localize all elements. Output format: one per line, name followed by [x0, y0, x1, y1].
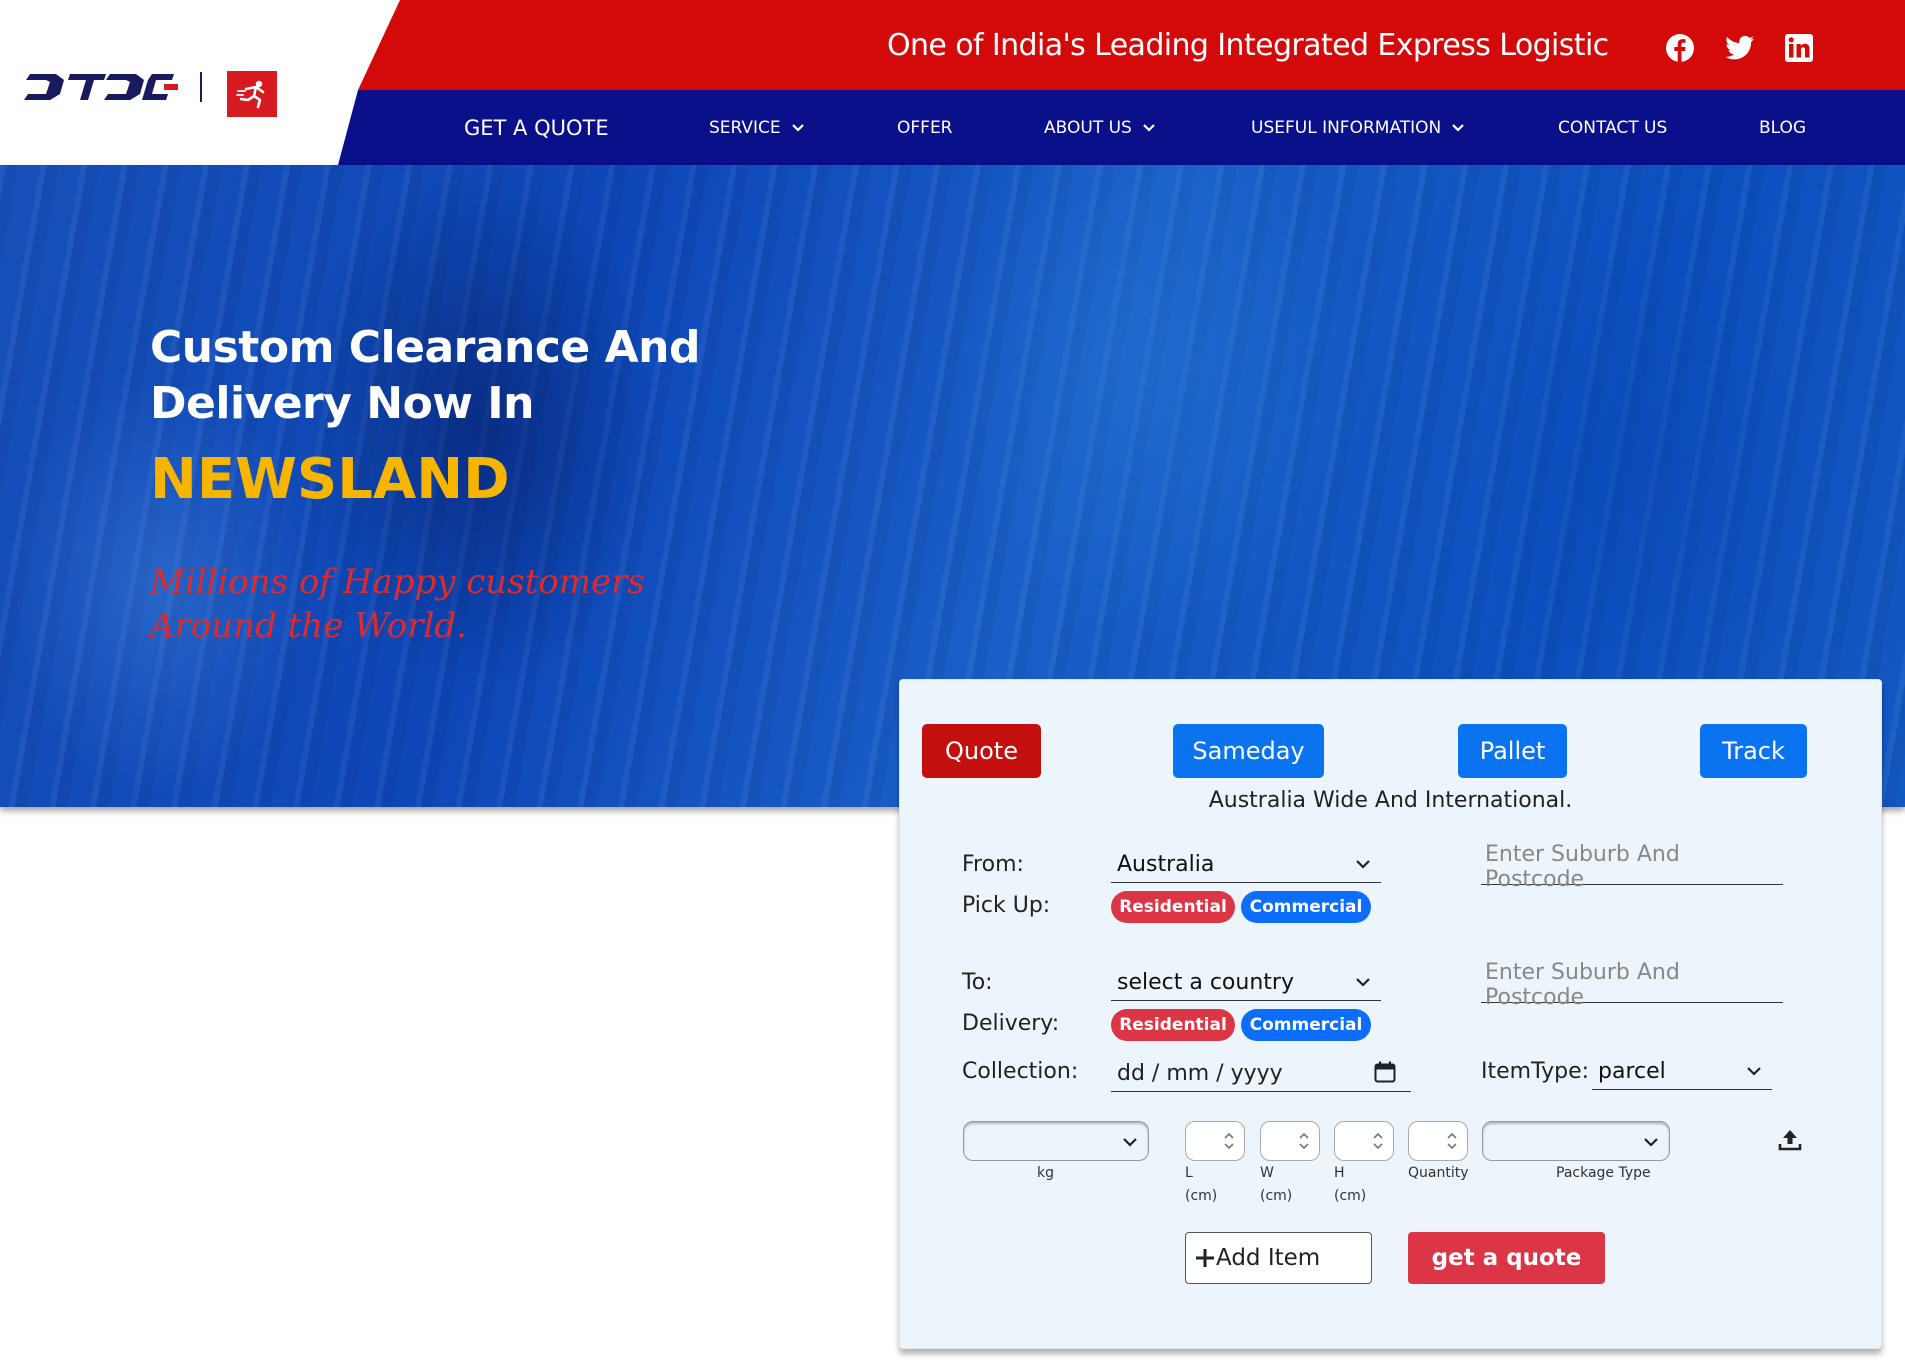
tab-quote[interactable]: Quote	[922, 724, 1041, 778]
height-unit: (cm)	[1334, 1188, 1367, 1204]
nav-offer[interactable]: OFFER	[897, 90, 953, 165]
nav-get-a-quote[interactable]: GET A QUOTE	[464, 90, 609, 165]
width-unit: (cm)	[1260, 1188, 1293, 1204]
height-letter: H	[1334, 1165, 1345, 1181]
hero-subtitle-line2: Around the World.	[150, 606, 467, 646]
collection-date-input[interactable]: dd / mm / yyyy	[1111, 1056, 1411, 1092]
itemtype-select[interactable]: parcel	[1592, 1054, 1772, 1090]
dtdc-logo[interactable]	[24, 72, 179, 102]
add-item-button[interactable]: Add Item	[1185, 1232, 1372, 1284]
pickup-commercial-pill[interactable]: Commercial	[1241, 891, 1371, 923]
tab-pallet[interactable]: Pallet	[1458, 724, 1567, 778]
delivery-label: Delivery:	[962, 1011, 1060, 1036]
delivery-residential-pill[interactable]: Residential	[1111, 1009, 1235, 1041]
chevron-down-icon	[1747, 1067, 1761, 1076]
kg-label: kg	[1037, 1165, 1054, 1181]
collection-date-placeholder: dd / mm / yyyy	[1117, 1061, 1283, 1086]
chevron-down-icon	[1644, 1138, 1658, 1147]
chevron-down-icon	[1356, 978, 1370, 987]
length-input[interactable]	[1185, 1121, 1245, 1161]
width-letter: W	[1260, 1165, 1274, 1181]
upload-icon[interactable]	[1777, 1127, 1803, 1153]
to-postcode-input[interactable]: Enter Suburb And Postcode	[1481, 960, 1783, 1010]
stepper-icon[interactable]	[1222, 1130, 1236, 1152]
height-input[interactable]	[1334, 1121, 1394, 1161]
stepper-icon[interactable]	[1297, 1130, 1311, 1152]
from-country-value: Australia	[1117, 852, 1215, 877]
chevron-down-icon	[1143, 123, 1155, 132]
hero-title: Custom Clearance And Delivery Now In	[150, 320, 700, 432]
nav-service[interactable]: SERVICE	[709, 90, 805, 165]
nav-useful-information[interactable]: USEFUL INFORMATION	[1251, 90, 1465, 165]
length-label: L (cm)	[1185, 1162, 1217, 1208]
chevron-down-icon	[791, 123, 804, 132]
facebook-icon[interactable]	[1665, 33, 1695, 63]
to-label: To:	[962, 970, 993, 995]
plus-icon	[1196, 1249, 1214, 1267]
nav-contact-us[interactable]: CONTACT US	[1558, 90, 1667, 165]
pickup-label: Pick Up:	[962, 893, 1051, 918]
stepper-icon[interactable]	[1371, 1130, 1385, 1152]
from-label: From:	[962, 852, 1024, 877]
delivery-commercial-pill[interactable]: Commercial	[1241, 1009, 1371, 1041]
hero-subtitle-line1: Millions of Happy customers	[150, 562, 645, 602]
collection-label: Collection:	[962, 1059, 1079, 1084]
linkedin-icon[interactable]	[1784, 33, 1814, 63]
dtdc-logo-mark	[24, 74, 178, 100]
chevron-down-icon	[1356, 860, 1370, 869]
quantity-label: Quantity	[1408, 1165, 1469, 1181]
package-type-select[interactable]	[1482, 1121, 1670, 1161]
nav-blog[interactable]: BLOG	[1759, 90, 1806, 165]
header-tagline: One of India's Leading Integrated Expres…	[887, 28, 1609, 63]
tab-sameday[interactable]: Sameday	[1173, 724, 1324, 778]
to-country-select[interactable]: select a country	[1111, 965, 1381, 1001]
hero-highlight: NEWSLAND	[150, 447, 510, 512]
hero-subtitle: Millions of Happy customers Around the W…	[150, 560, 670, 648]
nav-about-us[interactable]: ABOUT US	[1044, 90, 1156, 165]
tab-track[interactable]: Track	[1700, 724, 1807, 778]
from-country-select[interactable]: Australia	[1111, 847, 1381, 883]
runner-logo-icon	[227, 71, 277, 117]
itemtype-label: ItemType:	[1481, 1059, 1590, 1084]
width-input[interactable]	[1260, 1121, 1320, 1161]
package-type-label: Package Type	[1556, 1165, 1651, 1181]
stepper-icon[interactable]	[1445, 1130, 1459, 1152]
quantity-input[interactable]	[1408, 1121, 1468, 1161]
logo-divider	[200, 72, 202, 102]
pickup-residential-pill[interactable]: Residential	[1111, 891, 1235, 923]
twitter-icon[interactable]	[1725, 33, 1755, 63]
chevron-down-icon	[1452, 123, 1465, 132]
nav-service-label: SERVICE	[709, 117, 781, 138]
hero-title-line2: Delivery Now In	[150, 378, 534, 429]
panel-caption: Australia Wide And International.	[1208, 788, 1573, 813]
chevron-down-icon	[1123, 1138, 1137, 1147]
weight-select[interactable]	[963, 1121, 1149, 1161]
nav-about-us-label: ABOUT US	[1044, 117, 1132, 138]
nav-useful-information-label: USEFUL INFORMATION	[1251, 117, 1442, 138]
add-item-label: Add Item	[1216, 1245, 1321, 1271]
length-letter: L	[1185, 1165, 1193, 1181]
itemtype-value: parcel	[1598, 1059, 1666, 1084]
get-quote-button[interactable]: get a quote	[1408, 1232, 1605, 1284]
to-country-value: select a country	[1117, 970, 1294, 995]
width-label: W (cm)	[1260, 1162, 1292, 1208]
length-unit: (cm)	[1185, 1188, 1218, 1204]
from-postcode-input[interactable]: Enter Suburb And Postcode	[1481, 842, 1783, 892]
calendar-icon[interactable]	[1373, 1060, 1397, 1084]
height-label: H (cm)	[1334, 1162, 1366, 1208]
hero-title-line1: Custom Clearance And	[150, 322, 700, 373]
